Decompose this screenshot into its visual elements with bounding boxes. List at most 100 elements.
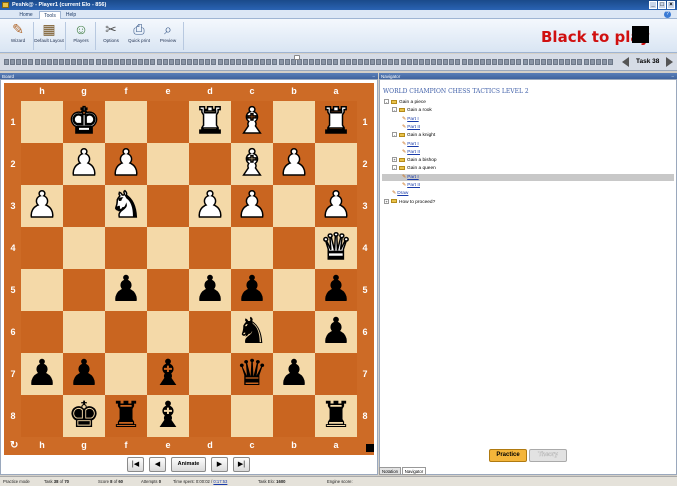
board-square[interactable]: ♝	[231, 100, 273, 143]
tree-folder[interactable]: + Gain a bishop	[392, 157, 437, 164]
wizard-button[interactable]: ✎ Wizard	[3, 21, 33, 51]
board-square[interactable]	[105, 101, 147, 143]
board-square[interactable]	[63, 185, 105, 227]
board-square[interactable]: ♜	[315, 100, 357, 143]
board-square[interactable]: ♟	[63, 353, 105, 395]
white-bishop-icon[interactable]: ♝	[235, 100, 269, 143]
board-square[interactable]	[147, 143, 189, 185]
tree-folder[interactable]: - Gain a rook	[392, 107, 432, 114]
board-square[interactable]	[105, 311, 147, 353]
collapse-icon[interactable]: -	[392, 132, 397, 138]
black-knight-icon[interactable]: ♞	[236, 311, 268, 352]
black-pawn-icon[interactable]: ♟	[236, 269, 268, 310]
tree-item[interactable]: ✎Part II	[402, 124, 420, 131]
board-square[interactable]	[147, 185, 189, 227]
board-square[interactable]: ♟	[21, 353, 63, 395]
animate-button[interactable]: Animate	[171, 457, 206, 472]
tree-folder[interactable]: + How to proceed?	[384, 198, 435, 206]
board-square[interactable]: ♟	[105, 269, 147, 311]
last-move-button[interactable]: ▶|	[233, 457, 250, 472]
board-square[interactable]: ♟	[21, 184, 63, 227]
collapse-icon[interactable]: -	[392, 165, 397, 171]
board-square[interactable]	[63, 311, 105, 353]
white-king-icon[interactable]: ♚	[67, 100, 101, 143]
tree-folder[interactable]: - Gain a queen	[392, 165, 436, 172]
white-rook-icon[interactable]: ♜	[319, 100, 353, 143]
practice-button[interactable]: Practice	[489, 449, 527, 462]
board-square[interactable]: ♛	[315, 226, 357, 269]
board-square[interactable]: ♝	[147, 353, 189, 395]
tab-notation[interactable]: Notation	[379, 467, 401, 475]
default-layout-button[interactable]: ▦ Default Layout	[34, 21, 64, 51]
board-square[interactable]	[21, 269, 63, 311]
board-square[interactable]	[315, 353, 357, 395]
board-square[interactable]	[105, 227, 147, 269]
board-square[interactable]: ♟	[189, 184, 231, 227]
black-pawn-icon[interactable]: ♟	[110, 269, 142, 310]
prev-task-icon[interactable]	[622, 57, 629, 67]
preview-button[interactable]: ⌕ Preview	[153, 21, 183, 51]
white-pawn-icon[interactable]: ♟	[67, 142, 101, 185]
black-king-icon[interactable]: ♚	[68, 395, 100, 436]
board-square[interactable]	[147, 101, 189, 143]
black-pawn-icon[interactable]: ♟	[320, 269, 352, 310]
tree-folder[interactable]: - Gain a knight	[392, 132, 435, 139]
board-square[interactable]	[189, 395, 231, 437]
board-square[interactable]: ♟	[105, 142, 147, 185]
black-queen-icon[interactable]: ♛	[236, 353, 268, 394]
board-square[interactable]	[189, 311, 231, 353]
tree-item[interactable]: ✎Part I	[382, 173, 674, 181]
board-square[interactable]: ♝	[231, 142, 273, 185]
board-square[interactable]: ♟	[63, 142, 105, 185]
progress-knob[interactable]	[294, 55, 300, 60]
black-rook-icon[interactable]: ♜	[320, 395, 352, 436]
tab-tools[interactable]: Tools	[39, 11, 61, 19]
board-square[interactable]	[147, 269, 189, 311]
board-square[interactable]: ♞	[231, 311, 273, 353]
options-button[interactable]: ✂ Options	[96, 21, 126, 51]
board-square[interactable]: ♝	[147, 395, 189, 437]
board-square[interactable]: ♛	[231, 353, 273, 395]
tree-folder[interactable]: - Gain a piece	[384, 99, 426, 106]
tree-item[interactable]: ✎Part I	[402, 116, 419, 123]
board-square[interactable]	[189, 353, 231, 395]
board-square[interactable]: ♟	[231, 184, 273, 227]
board-square[interactable]: ♞	[105, 184, 147, 227]
white-queen-icon[interactable]: ♛	[319, 226, 353, 269]
minimize-button[interactable]: _	[649, 1, 657, 9]
white-knight-icon[interactable]: ♞	[109, 184, 143, 227]
black-bishop-icon[interactable]: ♝	[152, 353, 184, 394]
next-move-button[interactable]: ▶	[211, 457, 228, 472]
board-square[interactable]: ♟	[315, 269, 357, 311]
quick-print-button[interactable]: ⎙ Quick print	[124, 21, 154, 51]
black-bishop-icon[interactable]: ♝	[152, 395, 184, 436]
white-pawn-icon[interactable]: ♟	[25, 184, 59, 227]
board-square[interactable]	[273, 269, 315, 311]
board-square[interactable]: ♚	[63, 395, 105, 437]
tab-home[interactable]: Home	[14, 11, 38, 19]
board-square[interactable]: ♜	[315, 395, 357, 437]
board-square[interactable]	[63, 269, 105, 311]
close-button[interactable]: ×	[667, 1, 675, 9]
first-move-button[interactable]: |◀	[127, 457, 144, 472]
board-square[interactable]	[231, 395, 273, 437]
board-square[interactable]: ♟	[189, 269, 231, 311]
board-square[interactable]: ♟	[231, 269, 273, 311]
board-square[interactable]	[105, 353, 147, 395]
tree-item[interactable]: ✎Part I	[402, 141, 419, 148]
board-square[interactable]	[189, 227, 231, 269]
board-square[interactable]	[273, 311, 315, 353]
tab-navigator[interactable]: Navigator	[402, 467, 426, 475]
theory-button[interactable]: Theory	[529, 449, 567, 462]
black-pawn-icon[interactable]: ♟	[320, 311, 352, 352]
board-square[interactable]: ♟	[315, 184, 357, 227]
board-square[interactable]	[189, 143, 231, 185]
board-square[interactable]	[231, 227, 273, 269]
white-pawn-icon[interactable]: ♟	[235, 184, 269, 227]
total-time-link[interactable]: 0:17:53	[213, 479, 227, 484]
help-icon[interactable]: ?	[664, 11, 671, 18]
board-square[interactable]	[21, 395, 63, 437]
board-square[interactable]	[63, 227, 105, 269]
board-square[interactable]: ♟	[315, 311, 357, 353]
prev-move-button[interactable]: ◀	[149, 457, 166, 472]
